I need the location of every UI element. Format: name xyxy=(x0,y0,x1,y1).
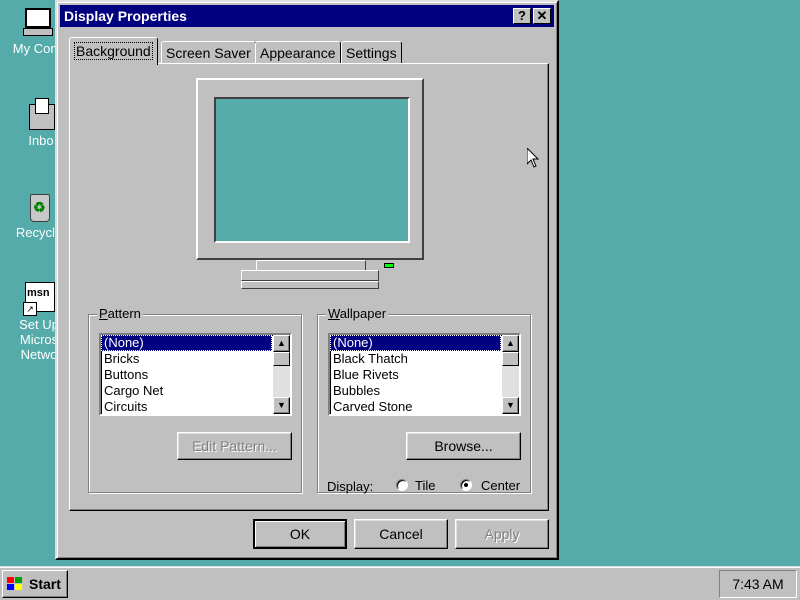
scroll-thumb[interactable] xyxy=(502,352,519,366)
monitor-preview-screen xyxy=(214,97,410,243)
title-bar[interactable]: Display Properties ? ✕ xyxy=(60,5,554,27)
tab-background[interactable]: Background xyxy=(69,37,158,65)
list-item[interactable]: Cargo Net xyxy=(101,383,272,399)
display-label: Display: xyxy=(327,479,374,494)
apply-button[interactable]: Apply xyxy=(455,519,549,549)
my-computer-icon xyxy=(21,6,53,38)
tab-settings[interactable]: Settings xyxy=(341,41,402,63)
tab-screen-saver[interactable]: Screen Saver xyxy=(161,41,256,63)
list-item[interactable]: Bubbles xyxy=(330,383,501,399)
msn-logo-text: msn xyxy=(27,287,50,299)
cancel-button[interactable]: Cancel xyxy=(354,519,448,549)
monitor-preview xyxy=(196,78,424,260)
edit-pattern-button[interactable]: Edit Pattern... xyxy=(177,432,292,460)
wallpaper-scrollbar[interactable]: ▲ ▼ xyxy=(502,335,519,414)
pattern-scrollbar[interactable]: ▲ ▼ xyxy=(273,335,290,414)
window-title: Display Properties xyxy=(64,8,187,24)
center-radio[interactable] xyxy=(460,479,472,491)
mouse-pointer-icon xyxy=(527,148,539,168)
list-item[interactable]: Circuits xyxy=(101,399,272,414)
scroll-up-arrow-icon[interactable]: ▲ xyxy=(273,335,290,352)
monitor-foot xyxy=(241,281,379,289)
system-clock[interactable]: 7:43 AM xyxy=(719,570,797,598)
pattern-groupbox: Pattern (None) Bricks Buttons Cargo Net … xyxy=(88,306,302,493)
power-led xyxy=(384,263,394,268)
list-item[interactable]: Buttons xyxy=(101,367,272,383)
pattern-listbox[interactable]: (None) Bricks Buttons Cargo Net Circuits… xyxy=(99,333,292,416)
tile-radio[interactable] xyxy=(396,479,408,491)
list-item[interactable]: Black Thatch xyxy=(330,351,501,367)
recycle-bin-icon: ♻ xyxy=(23,190,55,222)
scroll-down-arrow-icon[interactable]: ▼ xyxy=(273,397,290,414)
list-item[interactable]: (None) xyxy=(101,335,272,351)
scroll-up-arrow-icon[interactable]: ▲ xyxy=(502,335,519,352)
list-item[interactable]: Blue Rivets xyxy=(330,367,501,383)
msn-icon: msn ↗ xyxy=(23,282,55,316)
scroll-down-arrow-icon[interactable]: ▼ xyxy=(502,397,519,414)
taskbar: Start 7:43 AM xyxy=(0,566,800,600)
wallpaper-legend: Wallpaper xyxy=(326,306,389,321)
tab-appearance[interactable]: Appearance xyxy=(255,41,341,63)
center-label[interactable]: Center xyxy=(481,478,520,493)
windows-logo-icon xyxy=(7,577,23,591)
help-button[interactable]: ? xyxy=(513,8,531,24)
ok-button[interactable]: OK xyxy=(253,519,347,549)
tile-label[interactable]: Tile xyxy=(415,478,435,493)
wallpaper-groupbox: Wallpaper (None) Black Thatch Blue Rivet… xyxy=(317,306,531,494)
start-label: Start xyxy=(29,576,61,592)
list-item[interactable]: Bricks xyxy=(101,351,272,367)
start-button[interactable]: Start xyxy=(2,570,68,598)
browse-button[interactable]: Browse... xyxy=(406,432,521,460)
close-button[interactable]: ✕ xyxy=(533,8,551,24)
inbox-icon xyxy=(25,98,57,130)
wallpaper-listbox[interactable]: (None) Black Thatch Blue Rivets Bubbles … xyxy=(328,333,521,416)
pattern-legend: Pattern xyxy=(97,306,143,321)
scroll-thumb[interactable] xyxy=(273,352,290,366)
list-item[interactable]: Carved Stone xyxy=(330,399,501,414)
monitor-base xyxy=(241,270,379,281)
background-tab-panel: Pattern (None) Bricks Buttons Cargo Net … xyxy=(69,63,549,511)
list-item[interactable]: (None) xyxy=(330,335,501,351)
display-properties-window: Display Properties ? ✕ Background Screen… xyxy=(55,0,559,560)
